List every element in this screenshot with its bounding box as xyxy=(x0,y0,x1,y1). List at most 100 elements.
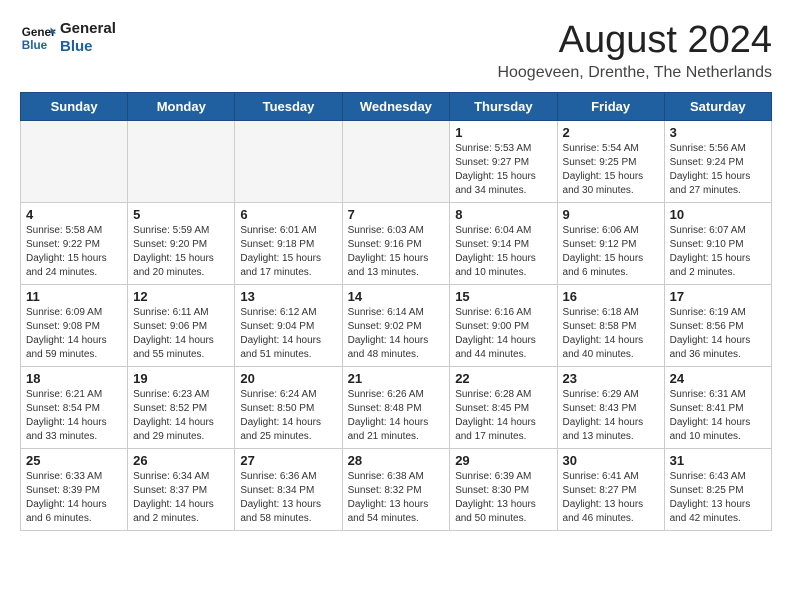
day-detail: Sunrise: 6:33 AMSunset: 8:39 PMDaylight:… xyxy=(26,471,107,524)
calendar-cell: 31 Sunrise: 6:43 AMSunset: 8:25 PMDaylig… xyxy=(664,448,771,530)
day-detail: Sunrise: 6:41 AMSunset: 8:27 PMDaylight:… xyxy=(563,471,644,524)
weekday-header-tuesday: Tuesday xyxy=(235,92,342,120)
calendar-cell: 16 Sunrise: 6:18 AMSunset: 8:58 PMDaylig… xyxy=(557,284,664,366)
day-detail: Sunrise: 6:14 AMSunset: 9:02 PMDaylight:… xyxy=(348,307,429,360)
weekday-header-row: SundayMondayTuesdayWednesdayThursdayFrid… xyxy=(21,92,772,120)
calendar-cell: 15 Sunrise: 6:16 AMSunset: 9:00 PMDaylig… xyxy=(450,284,557,366)
calendar-cell: 21 Sunrise: 6:26 AMSunset: 8:48 PMDaylig… xyxy=(342,366,450,448)
day-number: 10 xyxy=(670,207,766,222)
day-number: 29 xyxy=(455,453,551,468)
day-detail: Sunrise: 6:11 AMSunset: 9:06 PMDaylight:… xyxy=(133,307,214,360)
day-detail: Sunrise: 6:16 AMSunset: 9:00 PMDaylight:… xyxy=(455,307,536,360)
day-detail: Sunrise: 6:38 AMSunset: 8:32 PMDaylight:… xyxy=(348,471,429,524)
calendar-cell: 6 Sunrise: 6:01 AMSunset: 9:18 PMDayligh… xyxy=(235,202,342,284)
day-number: 19 xyxy=(133,371,229,386)
day-number: 14 xyxy=(348,289,445,304)
day-number: 22 xyxy=(455,371,551,386)
day-detail: Sunrise: 6:34 AMSunset: 8:37 PMDaylight:… xyxy=(133,471,214,524)
calendar-cell: 14 Sunrise: 6:14 AMSunset: 9:02 PMDaylig… xyxy=(342,284,450,366)
logo-blue: Blue xyxy=(60,38,116,56)
day-detail: Sunrise: 6:12 AMSunset: 9:04 PMDaylight:… xyxy=(240,307,321,360)
svg-text:Blue: Blue xyxy=(22,39,48,52)
title-block: August 2024 Hoogeveen, Drenthe, The Neth… xyxy=(497,20,772,82)
day-number: 28 xyxy=(348,453,445,468)
calendar-cell: 9 Sunrise: 6:06 AMSunset: 9:12 PMDayligh… xyxy=(557,202,664,284)
day-detail: Sunrise: 6:29 AMSunset: 8:43 PMDaylight:… xyxy=(563,389,644,442)
day-number: 15 xyxy=(455,289,551,304)
calendar-cell: 24 Sunrise: 6:31 AMSunset: 8:41 PMDaylig… xyxy=(664,366,771,448)
calendar-week-row: 18 Sunrise: 6:21 AMSunset: 8:54 PMDaylig… xyxy=(21,366,772,448)
day-number: 31 xyxy=(670,453,766,468)
day-detail: Sunrise: 5:59 AMSunset: 9:20 PMDaylight:… xyxy=(133,225,214,278)
day-detail: Sunrise: 6:36 AMSunset: 8:34 PMDaylight:… xyxy=(240,471,321,524)
day-detail: Sunrise: 6:26 AMSunset: 8:48 PMDaylight:… xyxy=(348,389,429,442)
day-detail: Sunrise: 6:28 AMSunset: 8:45 PMDaylight:… xyxy=(455,389,536,442)
logo: General Blue General Blue xyxy=(20,20,116,56)
day-detail: Sunrise: 5:53 AMSunset: 9:27 PMDaylight:… xyxy=(455,143,536,196)
day-number: 2 xyxy=(563,125,659,140)
day-number: 25 xyxy=(26,453,122,468)
day-detail: Sunrise: 6:21 AMSunset: 8:54 PMDaylight:… xyxy=(26,389,107,442)
calendar-cell xyxy=(21,120,128,202)
calendar-cell: 10 Sunrise: 6:07 AMSunset: 9:10 PMDaylig… xyxy=(664,202,771,284)
weekday-header-monday: Monday xyxy=(128,92,235,120)
calendar-table: SundayMondayTuesdayWednesdayThursdayFrid… xyxy=(20,92,772,531)
day-number: 30 xyxy=(563,453,659,468)
location: Hoogeveen, Drenthe, The Netherlands xyxy=(497,64,772,82)
day-number: 26 xyxy=(133,453,229,468)
calendar-cell: 29 Sunrise: 6:39 AMSunset: 8:30 PMDaylig… xyxy=(450,448,557,530)
day-number: 12 xyxy=(133,289,229,304)
day-number: 11 xyxy=(26,289,122,304)
calendar-cell: 12 Sunrise: 6:11 AMSunset: 9:06 PMDaylig… xyxy=(128,284,235,366)
weekday-header-thursday: Thursday xyxy=(450,92,557,120)
day-detail: Sunrise: 6:43 AMSunset: 8:25 PMDaylight:… xyxy=(670,471,751,524)
day-number: 23 xyxy=(563,371,659,386)
weekday-header-friday: Friday xyxy=(557,92,664,120)
calendar-cell: 13 Sunrise: 6:12 AMSunset: 9:04 PMDaylig… xyxy=(235,284,342,366)
page-header: General Blue General Blue August 2024 Ho… xyxy=(20,20,772,82)
calendar-cell: 2 Sunrise: 5:54 AMSunset: 9:25 PMDayligh… xyxy=(557,120,664,202)
calendar-cell: 11 Sunrise: 6:09 AMSunset: 9:08 PMDaylig… xyxy=(21,284,128,366)
calendar-cell: 5 Sunrise: 5:59 AMSunset: 9:20 PMDayligh… xyxy=(128,202,235,284)
day-number: 4 xyxy=(26,207,122,222)
calendar-cell xyxy=(128,120,235,202)
day-detail: Sunrise: 6:23 AMSunset: 8:52 PMDaylight:… xyxy=(133,389,214,442)
calendar-cell: 4 Sunrise: 5:58 AMSunset: 9:22 PMDayligh… xyxy=(21,202,128,284)
day-detail: Sunrise: 6:03 AMSunset: 9:16 PMDaylight:… xyxy=(348,225,429,278)
day-detail: Sunrise: 6:24 AMSunset: 8:50 PMDaylight:… xyxy=(240,389,321,442)
calendar-week-row: 4 Sunrise: 5:58 AMSunset: 9:22 PMDayligh… xyxy=(21,202,772,284)
month-year: August 2024 xyxy=(497,20,772,62)
day-number: 1 xyxy=(455,125,551,140)
calendar-cell: 7 Sunrise: 6:03 AMSunset: 9:16 PMDayligh… xyxy=(342,202,450,284)
calendar-cell: 26 Sunrise: 6:34 AMSunset: 8:37 PMDaylig… xyxy=(128,448,235,530)
calendar-week-row: 1 Sunrise: 5:53 AMSunset: 9:27 PMDayligh… xyxy=(21,120,772,202)
day-number: 24 xyxy=(670,371,766,386)
day-number: 5 xyxy=(133,207,229,222)
day-detail: Sunrise: 6:07 AMSunset: 9:10 PMDaylight:… xyxy=(670,225,751,278)
day-detail: Sunrise: 5:58 AMSunset: 9:22 PMDaylight:… xyxy=(26,225,107,278)
logo-icon: General Blue xyxy=(20,20,56,56)
day-detail: Sunrise: 6:06 AMSunset: 9:12 PMDaylight:… xyxy=(563,225,644,278)
day-number: 18 xyxy=(26,371,122,386)
calendar-cell: 18 Sunrise: 6:21 AMSunset: 8:54 PMDaylig… xyxy=(21,366,128,448)
weekday-header-saturday: Saturday xyxy=(664,92,771,120)
calendar-cell: 22 Sunrise: 6:28 AMSunset: 8:45 PMDaylig… xyxy=(450,366,557,448)
calendar-cell: 23 Sunrise: 6:29 AMSunset: 8:43 PMDaylig… xyxy=(557,366,664,448)
calendar-cell: 30 Sunrise: 6:41 AMSunset: 8:27 PMDaylig… xyxy=(557,448,664,530)
calendar-cell: 8 Sunrise: 6:04 AMSunset: 9:14 PMDayligh… xyxy=(450,202,557,284)
day-detail: Sunrise: 5:54 AMSunset: 9:25 PMDaylight:… xyxy=(563,143,644,196)
day-detail: Sunrise: 5:56 AMSunset: 9:24 PMDaylight:… xyxy=(670,143,751,196)
day-number: 20 xyxy=(240,371,336,386)
calendar-cell: 25 Sunrise: 6:33 AMSunset: 8:39 PMDaylig… xyxy=(21,448,128,530)
calendar-cell: 1 Sunrise: 5:53 AMSunset: 9:27 PMDayligh… xyxy=(450,120,557,202)
calendar-cell xyxy=(235,120,342,202)
day-number: 16 xyxy=(563,289,659,304)
day-number: 7 xyxy=(348,207,445,222)
day-number: 9 xyxy=(563,207,659,222)
day-detail: Sunrise: 6:18 AMSunset: 8:58 PMDaylight:… xyxy=(563,307,644,360)
day-number: 8 xyxy=(455,207,551,222)
day-number: 3 xyxy=(670,125,766,140)
day-number: 17 xyxy=(670,289,766,304)
calendar-cell: 3 Sunrise: 5:56 AMSunset: 9:24 PMDayligh… xyxy=(664,120,771,202)
calendar-cell: 17 Sunrise: 6:19 AMSunset: 8:56 PMDaylig… xyxy=(664,284,771,366)
